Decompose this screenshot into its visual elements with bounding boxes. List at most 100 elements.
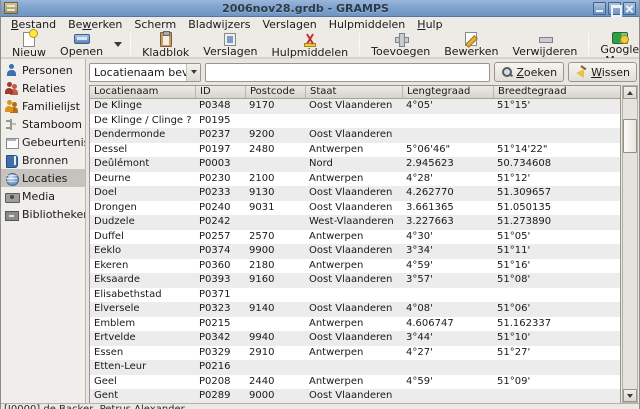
table-row[interactable]: DesselP01972480Antwerpen5°06'46"51°14'22… — [90, 143, 620, 158]
close-button[interactable] — [623, 2, 636, 15]
table-row[interactable]: EksaardeP03939160Oost Vlaanderen3°57'51°… — [90, 273, 620, 288]
toolbar-button-toevoegen[interactable]: Toevoegen — [364, 31, 437, 57]
table-cell: P0242 — [195, 215, 245, 230]
table-row[interactable]: DoelP02339130Oost Vlaanderen4.26277051.3… — [90, 186, 620, 201]
chevron-down-icon[interactable] — [186, 64, 200, 81]
table-row[interactable]: EekloP03749900Oost Vlaanderen3°34'51°11' — [90, 244, 620, 259]
table-cell: 51°06' — [493, 302, 620, 317]
menu-item-bladwijzers[interactable]: Bladwijzers — [182, 18, 256, 31]
table-row[interactable]: EkerenP03602180Antwerpen4°59'51°16' — [90, 259, 620, 274]
filter-bar: Locatienaam bevat Zoeken Wissen — [87, 59, 639, 85]
table-cell — [493, 288, 620, 303]
table-row[interactable]: GentP02899000Oost Vlaanderen — [90, 389, 620, 403]
scroll-down-icon[interactable] — [623, 389, 637, 402]
filter-field-selector[interactable]: Locatienaam bevat — [89, 63, 201, 82]
table-row[interactable]: GeelP02082440Antwerpen4°59'51°09' — [90, 375, 620, 390]
table-cell: 51°09' — [493, 375, 620, 390]
column-header-postcode[interactable]: Postcode — [245, 86, 305, 98]
table-row[interactable]: DendermondeP02379200Oost Vlaanderen — [90, 128, 620, 143]
search-input[interactable] — [205, 63, 490, 82]
table-row[interactable]: DeûlémontP0003Nord2.94562350.734608 — [90, 157, 620, 172]
table-row[interactable]: DrongenP02409031Oost Vlaanderen3.6613655… — [90, 201, 620, 216]
table-row[interactable]: ElverseleP03239140Oost Vlaanderen4°08'51… — [90, 302, 620, 317]
table-cell: 3°57' — [402, 273, 493, 288]
table-cell: 51°14'22" — [493, 143, 620, 158]
sidebar-item-label: Stamboom — [22, 118, 82, 131]
column-header-id[interactable]: ID — [195, 86, 245, 98]
table-cell: Drongen — [90, 201, 195, 216]
table-row[interactable]: ElisabethstadP0371 — [90, 288, 620, 303]
table-cell: 51°12' — [493, 172, 620, 187]
toolbar-button-label: Toevoegen — [371, 46, 430, 57]
sidebar-item-gebeurtenissen[interactable]: Gebeurtenissen — [1, 133, 85, 151]
table-row[interactable]: DeurneP02302100Antwerpen4°28'51°12' — [90, 172, 620, 187]
table-cell: Dendermonde — [90, 128, 195, 143]
table-cell: P0195 — [195, 114, 245, 129]
sidebar-item-bibliotheken[interactable]: Bibliotheken — [1, 205, 85, 223]
column-header-breedtegraad[interactable]: Breedtegraad — [493, 86, 620, 98]
toolbar-separator — [588, 33, 589, 55]
table-cell: Nord — [305, 157, 402, 172]
table-cell: P0240 — [195, 201, 245, 216]
menu-item-bewerken[interactable]: Bewerken — [62, 18, 128, 31]
clipboard-icon — [160, 32, 172, 47]
table-header-row: LocatienaamIDPostcodeStaatLengtegraadBre… — [90, 86, 620, 99]
toolbar-button-google-maps[interactable]: Google Maps — [593, 31, 640, 57]
table-row[interactable]: Etten-LeurP0216 — [90, 360, 620, 375]
sidebar-item-bronnen[interactable]: Bronnen — [1, 151, 85, 169]
search-button[interactable]: Zoeken — [494, 62, 564, 82]
title-bar[interactable]: 2006nov28.grdb - GRAMPS — [1, 0, 639, 17]
table-row[interactable]: De Klinge / Clinge ?P0195 — [90, 114, 620, 129]
toolbar-button-openen[interactable]: Openen — [53, 31, 110, 57]
clear-button[interactable]: Wissen — [568, 62, 637, 82]
table-cell: West-Vlaanderen — [305, 215, 402, 230]
toolbar-button-hulpmiddelen[interactable]: Hulpmiddelen — [265, 31, 356, 57]
vertical-scrollbar[interactable] — [622, 85, 638, 403]
sidebar-item-stamboom[interactable]: Stamboom — [1, 115, 85, 133]
app-icon — [4, 2, 18, 14]
scrollbar-thumb[interactable] — [623, 119, 637, 153]
sidebar-item-personen[interactable]: Personen — [1, 61, 85, 79]
column-header-staat[interactable]: Staat — [305, 86, 402, 98]
sidebar-item-media[interactable]: Media — [1, 187, 85, 205]
gramps-window: 2006nov28.grdb - GRAMPS BestandBewerkenS… — [0, 0, 640, 409]
toolbar-button-kladblok[interactable]: Kladblok — [135, 31, 196, 57]
menu-item-scherm[interactable]: Scherm — [128, 18, 182, 31]
menu-item-verslagen[interactable]: Verslagen — [256, 18, 322, 31]
menu-item-hulpmiddelen[interactable]: Hulpmiddelen — [323, 18, 412, 31]
table-row[interactable]: EmblemP0215Antwerpen4.60674751.162337 — [90, 317, 620, 332]
toolbar-button-nieuw[interactable]: Nieuw — [5, 31, 53, 57]
search-button-label: Zoeken — [516, 66, 557, 79]
sidebar-item-familielijst[interactable]: Familielijst — [1, 97, 85, 115]
toolbar-button-verwijderen[interactable]: Verwijderen — [506, 31, 585, 57]
table-row[interactable]: De KlingeP03489170Oost Vlaanderen4°05'51… — [90, 99, 620, 114]
minimize-button[interactable] — [593, 2, 606, 15]
table-cell: 51°05' — [493, 230, 620, 245]
remove-icon — [538, 32, 552, 46]
toolbar-button-bewerken[interactable]: Bewerken — [437, 31, 505, 57]
sidebar-item-locaties[interactable]: Locaties — [1, 169, 85, 187]
table-cell: 4°05' — [402, 99, 493, 114]
toolbar-button-verslagen[interactable]: Verslagen — [196, 31, 264, 57]
table-cell: Elversele — [90, 302, 195, 317]
sidebar-item-relaties[interactable]: Relaties — [1, 79, 85, 97]
scroll-up-icon[interactable] — [623, 86, 637, 99]
maximize-button[interactable] — [608, 2, 621, 15]
table-cell: Antwerpen — [305, 172, 402, 187]
chevron-down-icon[interactable] — [110, 31, 126, 57]
column-header-lengtegraad[interactable]: Lengtegraad — [402, 86, 493, 98]
table-cell: Dudzele — [90, 215, 195, 230]
table-row[interactable]: ErtveldeP03429940Oost Vlaanderen3°44'51°… — [90, 331, 620, 346]
report-icon — [224, 33, 236, 46]
table-cell: 2440 — [245, 375, 305, 390]
column-header-locatienaam[interactable]: Locatienaam — [90, 86, 195, 98]
table-row[interactable]: DuffelP02572570Antwerpen4°30'51°05' — [90, 230, 620, 245]
table-cell: P0216 — [195, 360, 245, 375]
table-cell — [493, 389, 620, 403]
menu-item-hulp[interactable]: Hulp — [411, 18, 448, 31]
table-row[interactable]: EssenP03292910Antwerpen4°27'51°27' — [90, 346, 620, 361]
table-row[interactable]: DudzeleP0242West-Vlaanderen3.22766351.27… — [90, 215, 620, 230]
toolbar-button-label: Nieuw — [12, 47, 46, 58]
toolbar-button-label: Verslagen — [203, 46, 257, 57]
toolbar-button-label: Bewerken — [444, 46, 498, 57]
